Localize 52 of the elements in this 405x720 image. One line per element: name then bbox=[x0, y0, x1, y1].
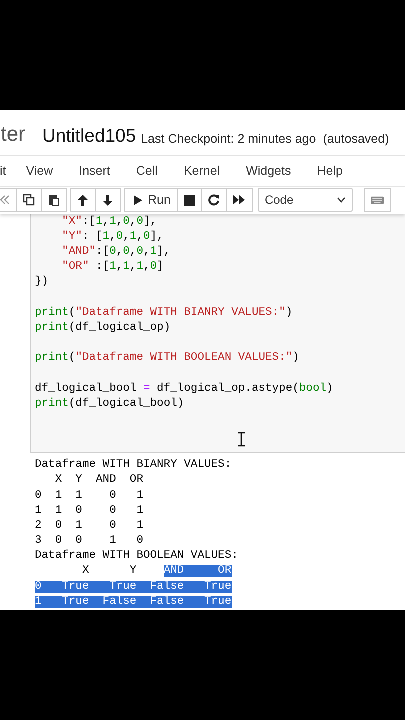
text-cursor-icon bbox=[237, 432, 246, 448]
move-down-button[interactable] bbox=[95, 188, 121, 212]
code-line: print("Dataframe WITH BIANRY VALUES:") bbox=[35, 306, 293, 321]
clipboard-icon bbox=[48, 194, 60, 207]
output-line: Dataframe WITH BOOLEAN VALUES: bbox=[35, 549, 240, 564]
output-line: X Y AND OR bbox=[54, 473, 144, 488]
code-line: "AND":[0,0,0,1], bbox=[61, 245, 171, 260]
stop-icon bbox=[184, 194, 195, 206]
menu-item[interactable]: Insert bbox=[79, 164, 110, 178]
copy-icon bbox=[23, 194, 35, 206]
menu-item[interactable]: Kernel bbox=[184, 164, 220, 178]
restart-icon bbox=[208, 194, 220, 206]
copy-button[interactable] bbox=[16, 188, 42, 212]
menu-item[interactable]: View bbox=[26, 164, 54, 178]
code-line: print("Dataframe WITH BOOLEAN VALUES:") bbox=[35, 350, 300, 366]
arrow-down-icon bbox=[102, 194, 114, 207]
keyboard-icon bbox=[370, 196, 384, 205]
double-chevron-icon bbox=[0, 195, 10, 206]
output-line: 2 0 1 0 1 bbox=[35, 518, 144, 534]
output-line: 1 1 0 0 1 bbox=[35, 504, 144, 519]
notebook-name[interactable]: Untitled105 bbox=[42, 124, 136, 147]
menu-item[interactable]: Widgets bbox=[246, 164, 292, 178]
code-line: }) bbox=[35, 275, 49, 290]
move-up-button[interactable] bbox=[70, 188, 96, 212]
code-line: "X":[1,1,0,0], bbox=[61, 214, 158, 230]
arrow-up-icon bbox=[77, 194, 89, 207]
autosave-status: (autosaved) bbox=[323, 132, 390, 146]
logo-text: ter bbox=[1, 122, 26, 147]
paste-button[interactable] bbox=[41, 188, 67, 212]
menu-item[interactable]: Help bbox=[317, 164, 343, 178]
output-line: Dataframe WITH BIANRY VALUES: bbox=[35, 458, 233, 474]
checkpoint-status: Last Checkpoint: 2 minutes ago bbox=[141, 132, 316, 146]
output-line: 3 0 0 1 0 bbox=[35, 534, 144, 550]
code-line: "Y": [1,0,1,0], bbox=[61, 230, 164, 245]
fast-forward-icon bbox=[232, 195, 246, 206]
output-line: X Y AND OR bbox=[81, 564, 233, 580]
fast-forward-button[interactable] bbox=[226, 188, 253, 212]
move-cell-button[interactable] bbox=[0, 188, 17, 212]
menu-item[interactable]: Cell bbox=[136, 164, 158, 178]
output-line: 0 1 1 0 1 bbox=[35, 488, 144, 504]
code-line: print(df_logical_op) bbox=[35, 320, 171, 336]
stop-button[interactable] bbox=[176, 188, 202, 212]
code-line: "OR" :[1,1,1,0] bbox=[61, 260, 164, 276]
run-button[interactable]: Run bbox=[124, 188, 178, 212]
restart-button[interactable] bbox=[200, 188, 227, 212]
menu-item[interactable]: it bbox=[0, 164, 6, 178]
code-line: df_logical_bool = df_logical_op.astype(bool) bbox=[35, 382, 334, 397]
code-line: print(df_logical_bool) bbox=[35, 396, 184, 412]
keyboard-button[interactable] bbox=[364, 188, 391, 212]
cell-type-dropdown[interactable]: Code bbox=[258, 188, 353, 212]
play-icon bbox=[133, 194, 143, 206]
chevron-down-icon bbox=[336, 197, 346, 204]
